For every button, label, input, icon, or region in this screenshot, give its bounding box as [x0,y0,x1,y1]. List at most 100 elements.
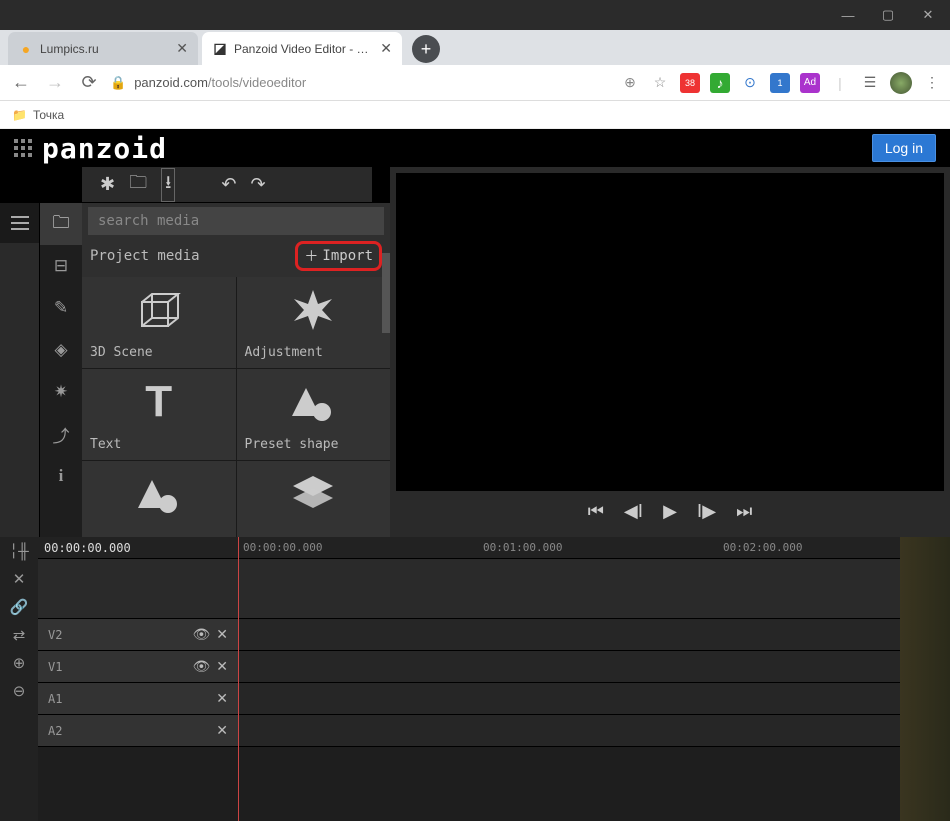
close-icon[interactable]: ✕ [216,690,228,707]
bookmarks-bar: 📁 Точка [0,101,950,129]
play-icon[interactable]: ▶ [663,501,677,522]
shapes-icon [134,469,184,519]
timeline-stamp: 00:01:00.000 [483,541,562,554]
timeline-ruler[interactable]: 00:00:00.000 00:00:00.000 00:01:00.000 0… [38,537,900,559]
close-icon[interactable]: ✕ [216,722,228,739]
media-item-extra-1[interactable] [82,461,236,537]
spark-icon [288,285,338,335]
timeline-stamp: 00:02:00.000 [723,541,802,554]
preview-canvas[interactable] [396,173,944,491]
nav-pencil-icon[interactable]: ✎ [40,287,82,329]
panzoid-app: panzoid Log in ✱ 🗀 ⭳ ↶ ↷ [0,129,950,821]
track-v1[interactable]: V1 👁✕ [38,651,900,683]
track-v2[interactable]: V2 👁✕ [38,619,900,651]
nav-info-icon[interactable]: i [40,455,82,497]
chrome-menu-icon[interactable]: ⋮ [922,73,942,93]
close-icon[interactable]: ✕ [216,626,228,643]
timeline-tool-snap[interactable]: ╎╫ [0,537,38,565]
step-forward-icon[interactable]: Ⅰ▶ [697,501,716,522]
media-grid: 3D Scene Adjustment T Text [82,277,390,537]
app-logo[interactable]: panzoid [14,132,167,165]
step-back-icon[interactable]: ◀Ⅰ [624,501,643,522]
browser-tab-inactive[interactable]: ● Lumpics.ru ✕ [8,32,198,65]
playhead[interactable] [238,537,239,821]
profile-avatar[interactable] [890,72,912,94]
timeline: ╎╫ ✕ 🔗 ⇄ ⊕ ⊖ 00:00:00.000 00:00:00.000 0… [0,537,950,821]
media-item-preset-shape[interactable]: Preset shape [237,369,391,460]
skip-end-icon[interactable]: ⏭ [736,501,752,522]
search-input[interactable]: search media [88,207,384,235]
media-panel: search media Project media ＋ Import [82,203,390,537]
url-field[interactable]: 🔒 panzoid.com/tools/videoeditor [110,75,612,91]
login-button[interactable]: Log in [872,134,936,162]
panel-scrollbar[interactable] [382,253,390,333]
undo-icon[interactable]: ↶ [221,174,236,195]
redo-icon[interactable]: ↷ [251,174,266,195]
text-icon: T [145,377,172,427]
nav-spark-icon[interactable]: ✷ [40,371,82,413]
timeline-cursor-time: 00:00:00.000 [38,541,131,555]
timeline-empty-area[interactable] [38,559,900,619]
eye-icon[interactable]: 👁 [192,658,210,675]
skip-start-icon[interactable]: ⏮ [588,501,604,522]
media-item-adjustment[interactable]: Adjustment [237,277,391,368]
new-icon[interactable]: ✱ [100,174,115,195]
eye-icon[interactable]: 👁 [192,626,210,643]
reading-list-icon[interactable]: ☰ [860,73,880,93]
hamburger-menu[interactable] [0,203,39,243]
nav-forward-button[interactable]: → [42,70,68,96]
new-tab-button[interactable]: + [412,35,440,63]
window-maximize-button[interactable]: ▢ [868,0,908,30]
track-a2[interactable]: A2 ✕ [38,715,900,747]
nav-reload-button[interactable]: ⟳ [76,70,102,96]
apps-grid-icon [14,139,32,157]
browser-tab-active[interactable]: ◪ Panzoid Video Editor - Edit Vide ✕ [202,32,402,65]
nav-export-icon[interactable]: ⤴ [40,413,82,455]
timeline-tool-split[interactable]: ⇄ [0,621,38,649]
playback-controls: ⏮ ◀Ⅰ ▶ Ⅰ▶ ⏭ [396,491,944,531]
download-icon[interactable]: ⭳ [161,168,175,202]
window-minimize-button[interactable]: — [828,0,868,30]
nav-cube-icon[interactable]: ◈ [40,329,82,371]
share-icon[interactable]: ⊕ [620,73,640,93]
side-nav [0,203,40,537]
window-close-button[interactable]: ✕ [908,0,948,30]
project-media-header: Project media ＋ Import [82,235,390,277]
ext-icon-3[interactable]: ⊙ [740,73,760,93]
folder-icon[interactable]: 🗀 [129,170,147,200]
divider: | [830,73,850,93]
close-icon[interactable]: ✕ [216,658,228,675]
ext-icon-4[interactable]: 1 [770,73,790,93]
nav-sliders-icon[interactable]: ⊟ [40,245,82,287]
url-path: /tools/videoeditor [208,75,306,90]
import-button[interactable]: ＋ Import [304,246,373,266]
side-nav-tabs: 🗀 ⊟ ✎ ◈ ✷ ⤴ i [40,203,82,537]
timeline-stamp: 00:00:00.000 [243,541,322,554]
timeline-tool-link[interactable]: 🔗 [0,593,38,621]
nav-media-icon[interactable]: 🗀 [40,203,82,245]
tool-column: ✱ 🗀 ⭳ ↶ ↷ 🗀 ⊟ ✎ ◈ ✷ [0,167,390,537]
project-media-label: Project media [90,248,200,264]
ext-icon-1[interactable]: 38 [680,73,700,93]
media-item-extra-2[interactable] [237,461,391,537]
nav-back-button[interactable]: ← [8,70,34,96]
tab-close-icon[interactable]: ✕ [380,40,392,57]
ext-icon-5[interactable]: Ad [800,73,820,93]
favicon-panzoid: ◪ [212,41,228,57]
timeline-tool-remove[interactable]: ⊖ [0,677,38,705]
plus-icon: ＋ [304,246,318,266]
star-icon[interactable]: ☆ [650,73,670,93]
media-item-3d-scene[interactable]: 3D Scene [82,277,236,368]
timeline-tool-delete[interactable]: ✕ [0,565,38,593]
timeline-tracks: V2 👁✕ V1 👁✕ A1 [38,559,900,821]
timeline-tool-add[interactable]: ⊕ [0,649,38,677]
bookmark-item[interactable]: Точка [33,108,64,122]
track-a1[interactable]: A1 ✕ [38,683,900,715]
tab-title: Panzoid Video Editor - Edit Vide [234,42,374,56]
tab-title: Lumpics.ru [40,42,170,56]
import-highlight: ＋ Import [295,241,382,271]
tab-close-icon[interactable]: ✕ [176,40,188,57]
media-item-text[interactable]: T Text [82,369,236,460]
project-toolbar: ✱ 🗀 ⭳ ↶ ↷ [82,167,372,203]
ext-icon-2[interactable]: ♪ [710,73,730,93]
